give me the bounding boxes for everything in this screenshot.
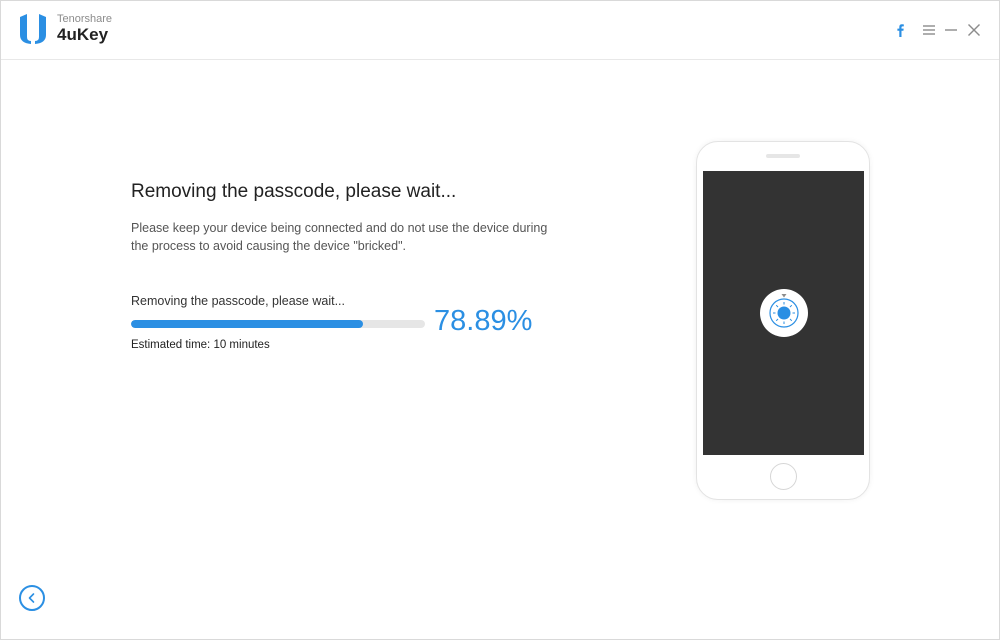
app-window: Tenorshare 4uKey Removing the passcode, … bbox=[0, 0, 1000, 640]
phone-illustration bbox=[696, 141, 870, 500]
progress-label: Removing the passcode, please wait... bbox=[131, 294, 346, 308]
phone-speaker bbox=[766, 154, 800, 158]
unlock-progress-icon bbox=[760, 289, 808, 337]
app-name: 4uKey bbox=[57, 25, 109, 44]
menu-icon[interactable] bbox=[918, 19, 940, 41]
progress-bar bbox=[131, 320, 425, 328]
back-arrow-icon bbox=[28, 593, 35, 603]
progress-fill bbox=[131, 320, 363, 328]
app-logo bbox=[20, 14, 46, 44]
page-description: Please keep your device being connected … bbox=[131, 221, 548, 253]
estimated-time: Estimated time: 10 minutes bbox=[131, 339, 270, 351]
phone-screen bbox=[703, 171, 864, 455]
facebook-icon[interactable] bbox=[889, 19, 911, 41]
phone-home-button bbox=[770, 463, 797, 490]
title-bar: Tenorshare 4uKey bbox=[1, 1, 999, 60]
minimize-icon[interactable] bbox=[940, 19, 962, 41]
progress-percent: 78.89% bbox=[434, 305, 533, 337]
back-button[interactable] bbox=[19, 585, 45, 611]
close-icon[interactable] bbox=[963, 19, 985, 41]
vendor-name: Tenorshare bbox=[57, 13, 113, 25]
page-title: Removing the passcode, please wait... bbox=[131, 181, 457, 202]
